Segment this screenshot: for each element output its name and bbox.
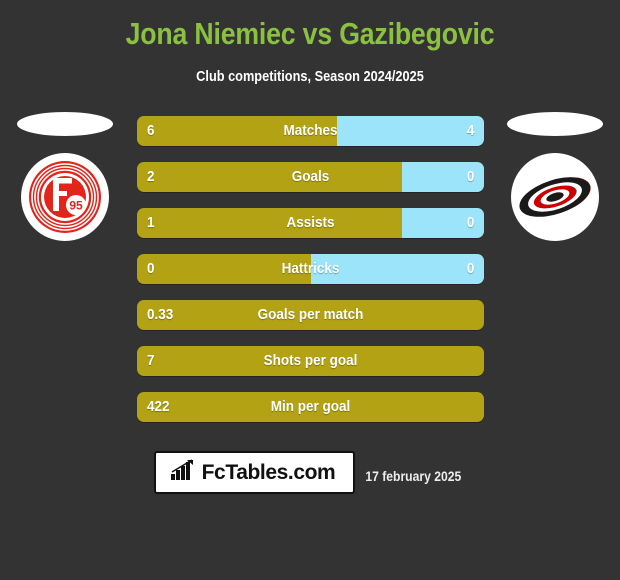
away-stat-value: 0: [466, 214, 474, 231]
carolina-hurricanes-crest-icon: [511, 153, 599, 241]
stat-label: Matches: [283, 122, 338, 139]
stat-label: Min per goal: [270, 398, 351, 415]
away-stat-value: 0: [466, 260, 474, 277]
stat-row: 6 Matches 4: [137, 116, 484, 146]
stat-label: Goals: [291, 168, 330, 185]
away-team-crest-column: [500, 108, 610, 408]
stat-label: Shots per goal: [263, 352, 358, 369]
stat-row: 7 Shots per goal: [137, 346, 484, 376]
stat-row: 1 Assists 0: [137, 208, 484, 238]
away-stat-value: 0: [466, 168, 474, 185]
fortuna-dusseldorf-crest-icon: 95: [21, 153, 109, 241]
footer: FcTables.com 17 february 2025: [0, 443, 620, 494]
bar-chart-arrow-icon: [170, 459, 196, 486]
stat-label: Hattricks: [281, 260, 340, 277]
home-crest-highlight-ellipse: [17, 112, 113, 136]
comparison-board: 95 6 Matches 4 2 Goals 0 1 Assists 0 0 Hattricks 0 0…: [0, 108, 620, 422]
fctables-label: FcTables.com: [201, 460, 336, 484]
stat-label: Assists: [286, 214, 335, 231]
snapshot-date: 17 february 2025: [365, 469, 462, 484]
away-crest-highlight-ellipse: [507, 112, 603, 136]
stat-row: 422 Min per goal: [137, 392, 484, 422]
svg-text:95: 95: [69, 199, 83, 213]
fctables-logo[interactable]: FcTables.com: [153, 451, 356, 494]
away-stat-value: 4: [466, 122, 474, 139]
home-team-crest-column: 95: [10, 108, 120, 408]
stat-rows: 6 Matches 4 2 Goals 0 1 Assists 0 0 Hattricks 0 0.33…: [137, 116, 484, 438]
page-title: Jona Niemiec vs Gazibegovic: [125, 16, 495, 51]
stat-row: 0.33 Goals per match: [137, 300, 484, 330]
stat-row: 2 Goals 0: [137, 162, 484, 192]
stat-row: 0 Hattricks 0: [137, 254, 484, 284]
stat-label: Goals per match: [257, 306, 364, 323]
page-subtitle: Club competitions, Season 2024/2025: [196, 69, 424, 85]
